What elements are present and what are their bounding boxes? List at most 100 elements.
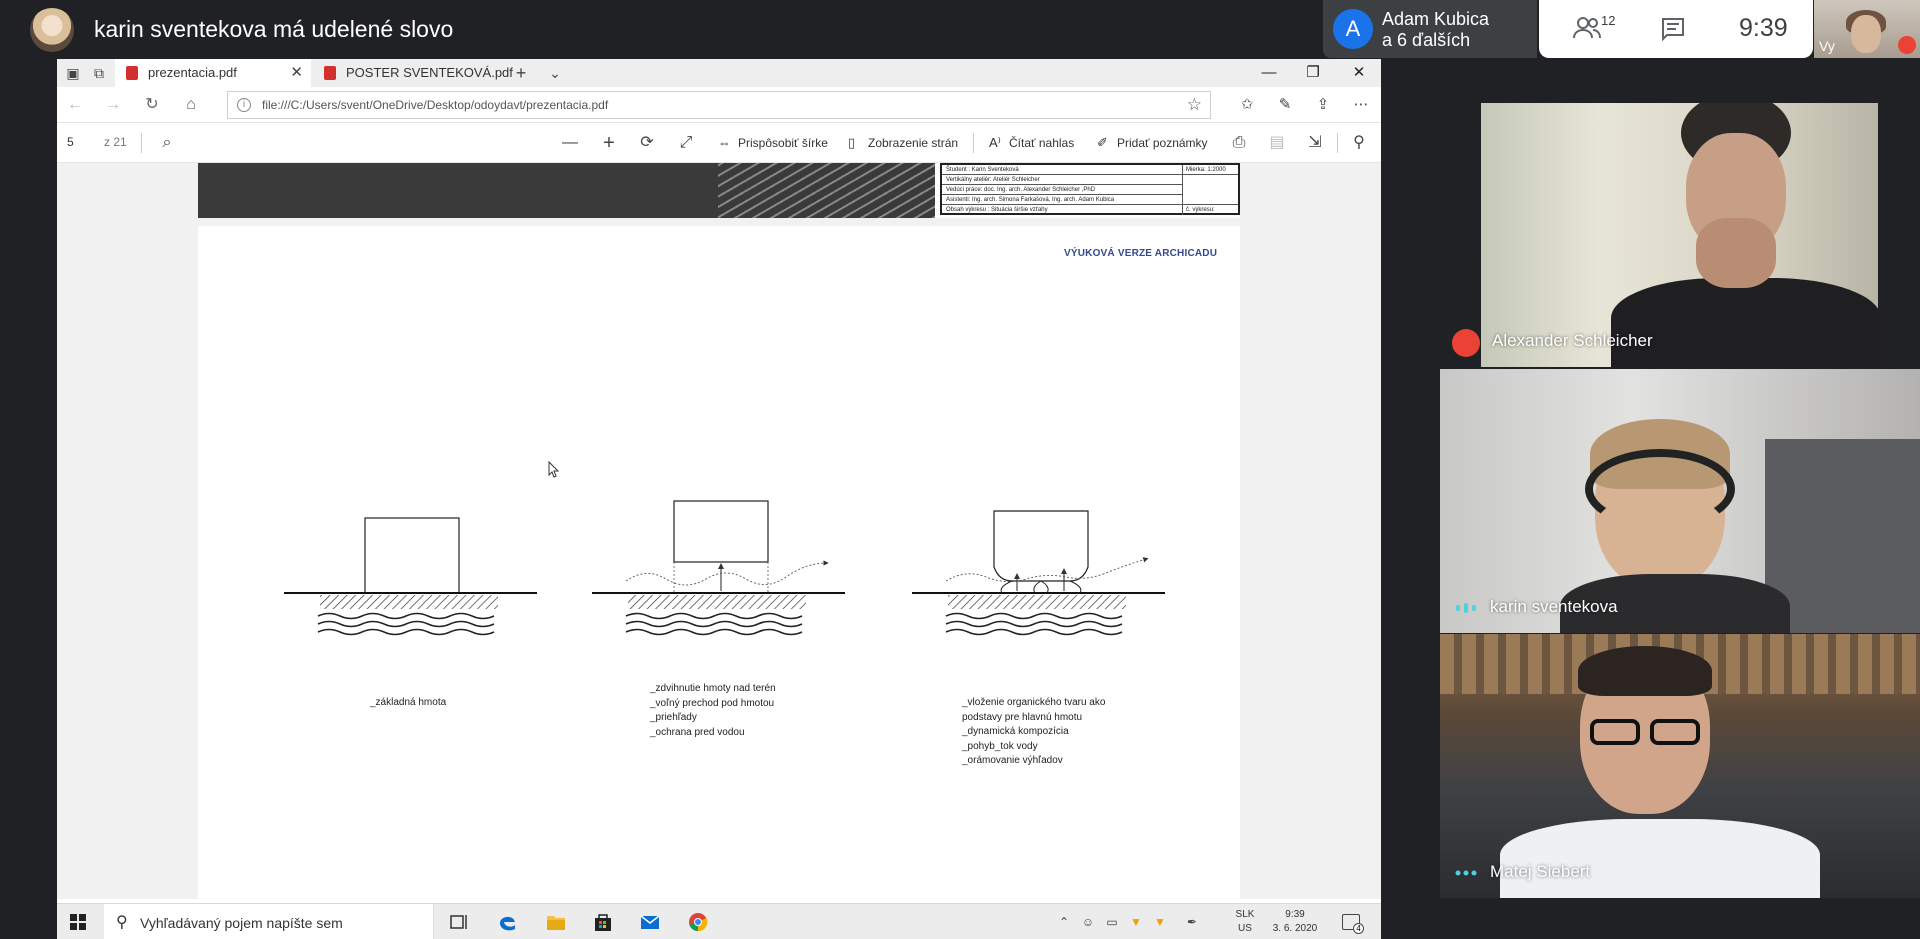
store-icon[interactable] <box>592 912 614 932</box>
url-input[interactable]: i file:///C:/Users/svent/OneDrive/Deskto… <box>227 91 1211 119</box>
taskbar-clock[interactable]: 9:39 3. 6. 2020 <box>1265 908 1325 936</box>
people-icon[interactable] <box>1573 16 1601 40</box>
shared-screen-browser: ▣ ⧉ prezentacia.pdf ✕ POSTER SVENTEKOVÁ.… <box>57 59 1381 939</box>
search-placeholder: Vyhľadávaný pojem napíšte sem <box>140 915 343 931</box>
divider <box>973 133 974 153</box>
diagram-basic-mass <box>284 517 537 636</box>
tray-alert-icon[interactable]: ▼ <box>1129 915 1143 929</box>
chevron-up-icon[interactable]: ⌃ <box>1057 915 1071 929</box>
tab-actions-icon[interactable]: ▣ <box>65 65 81 81</box>
taskbar-search-input[interactable]: ⚲ Vyhľadávaný pojem napíšte sem <box>104 904 434 939</box>
restore-button[interactable]: ❐ <box>1291 59 1335 87</box>
title-block-row: Študent : Karin Sventeková <box>942 165 1182 175</box>
minimize-button[interactable]: — <box>1247 59 1291 87</box>
speaker-avatar <box>30 8 74 52</box>
concept-diagram <box>284 500 1165 636</box>
rotate-icon[interactable]: ⟳ <box>637 133 657 153</box>
site-plan-image <box>198 163 935 218</box>
mic-off-icon <box>1452 329 1480 357</box>
presenter-name: Adam Kubica <box>1382 9 1490 29</box>
pdf-viewer[interactable]: Študent : Karin Sventeková Vertikálny at… <box>57 163 1381 899</box>
fit-width-label: Prispôsobiť šírke <box>738 136 828 150</box>
meet-controls: 12 9:39 <box>1539 0 1813 58</box>
tab-list-chevron-icon[interactable]: ⌄ <box>547 65 563 81</box>
caption-line: podstavy pre hlavnú hmotu <box>962 711 1083 723</box>
window-close-button[interactable]: ✕ <box>1337 59 1381 87</box>
self-view[interactable]: Vy <box>1814 0 1920 58</box>
tab-poster[interactable]: POSTER SVENTEKOVÁ.pdf <box>313 59 513 87</box>
windows-taskbar: ⚲ Vyhľadávaný pojem napíšte sem ⌃ ☺ ▭ ▼ … <box>57 903 1381 939</box>
fullscreen-icon[interactable]: ⤢ <box>676 133 696 153</box>
title-block-row: Obsah výkresu : Situácia širšie vzťahy <box>946 207 1048 213</box>
task-view-icon[interactable] <box>448 912 470 932</box>
edge-browser-icon[interactable] <box>497 912 519 932</box>
participant-name: karin sventekova <box>1490 597 1618 616</box>
more-menu-icon[interactable]: ⋯ <box>1351 95 1371 115</box>
title-block: Študent : Karin Sventeková Vertikálny at… <box>940 163 1240 215</box>
read-aloud-icon: A⁾ <box>989 135 1001 150</box>
favorite-star-icon[interactable]: ☆ <box>1187 95 1202 115</box>
set-aside-tabs-icon[interactable]: ⧉ <box>91 65 107 81</box>
zoom-in-icon[interactable]: + <box>599 133 619 153</box>
caption-line: _orámovanie výhľadov <box>962 755 1063 766</box>
favorites-icon[interactable]: ✩ <box>1237 95 1257 115</box>
page-number-input[interactable]: 5 <box>67 135 74 149</box>
title-block-row: Vertikálny ateliér: Ateliér Schleicher <box>942 175 1182 185</box>
new-tab-icon[interactable]: + <box>513 64 529 82</box>
info-icon[interactable]: i <box>237 98 251 112</box>
page-view-button[interactable]: ▯ Zobrazenie strán <box>848 135 958 151</box>
input-language[interactable]: SLK US <box>1235 908 1255 936</box>
read-aloud-button[interactable]: A⁾ Čítať nahlas <box>989 135 1074 151</box>
address-bar: ← → ↻ ⌂ i file:///C:/Users/svent/OneDriv… <box>57 87 1381 123</box>
home-icon[interactable]: ⌂ <box>181 95 201 115</box>
pin-toolbar-icon[interactable]: ⚲ <box>1349 133 1369 153</box>
windows-start-icon[interactable] <box>70 914 86 930</box>
battery-icon[interactable]: ▭ <box>1105 915 1119 929</box>
save-as-icon[interactable]: ⇲ <box>1305 133 1325 153</box>
draw-icon: ✐ <box>1097 135 1108 150</box>
caption-line: _voľný prechod pod hmotou <box>650 697 775 709</box>
presenter-others: a 6 ďalších <box>1382 30 1471 50</box>
tray-app-icon[interactable]: ☺ <box>1081 915 1095 929</box>
tab-prezentacia[interactable]: prezentacia.pdf ✕ <box>115 59 311 87</box>
presentation-title: karin sventekova má udelené slovo <box>94 16 454 42</box>
search-icon[interactable]: ⌕ <box>157 133 177 153</box>
zoom-out-icon[interactable]: — <box>560 133 580 153</box>
participant-tile-karin[interactable]: karin sventekova <box>1440 369 1920 633</box>
forward-arrow-icon[interactable]: → <box>103 95 123 115</box>
participant-tile-alexander[interactable]: Alexander Schleicher <box>1440 103 1920 367</box>
self-face <box>1851 15 1881 53</box>
refresh-icon[interactable]: ↻ <box>142 95 162 115</box>
pen-icon[interactable]: ✎ <box>1275 95 1295 115</box>
participant-count: 12 <box>1601 13 1616 28</box>
add-notes-label: Pridať poznámky <box>1117 136 1208 150</box>
empty-cell <box>1182 175 1238 205</box>
read-aloud-label: Čítať nahlas <box>1009 136 1075 150</box>
chat-icon[interactable] <box>1660 17 1686 41</box>
taskbar-date: 3. 6. 2020 <box>1272 923 1318 934</box>
notification-center-icon[interactable]: 4 <box>1342 914 1364 934</box>
presenter-chip[interactable]: A Adam Kubica a 6 ďalších <box>1323 0 1537 58</box>
tray-network-icon[interactable]: ▼ <box>1153 915 1167 929</box>
back-arrow-icon[interactable]: ← <box>65 95 85 115</box>
caption-line: _dynamická kompozícia <box>962 726 1069 737</box>
caption-line: _vloženie organického tvaru ako <box>962 697 1106 708</box>
print-icon[interactable]: ⎙ <box>1229 133 1249 153</box>
mail-icon[interactable] <box>639 912 661 932</box>
caption-line: _zdvihnutie hmoty nad terén <box>650 683 776 694</box>
add-notes-button[interactable]: ✐ Pridať poznámky <box>1097 135 1208 151</box>
chrome-icon[interactable] <box>687 912 709 932</box>
participant-tile-matej[interactable]: Matej Siebert <box>1440 634 1920 898</box>
page-view-label: Zobrazenie strán <box>868 136 959 150</box>
share-icon[interactable]: ⇪ <box>1313 95 1333 115</box>
pdf-file-icon <box>324 66 336 80</box>
meeting-clock: 9:39 <box>1739 14 1788 42</box>
save-icon[interactable]: ▤ <box>1267 133 1287 153</box>
pen-workspace-icon[interactable]: ✒ <box>1185 915 1199 929</box>
close-icon[interactable]: ✕ <box>290 59 303 87</box>
scale-cell: Mierka: 1:2000 <box>1182 165 1238 175</box>
caption-1: _základná hmota <box>370 696 446 711</box>
url-text: file:///C:/Users/svent/OneDrive/Desktop/… <box>262 98 609 112</box>
file-explorer-icon[interactable] <box>545 912 567 932</box>
fit-width-button[interactable]: ⇔ Prispôsobiť šírke <box>718 135 828 150</box>
